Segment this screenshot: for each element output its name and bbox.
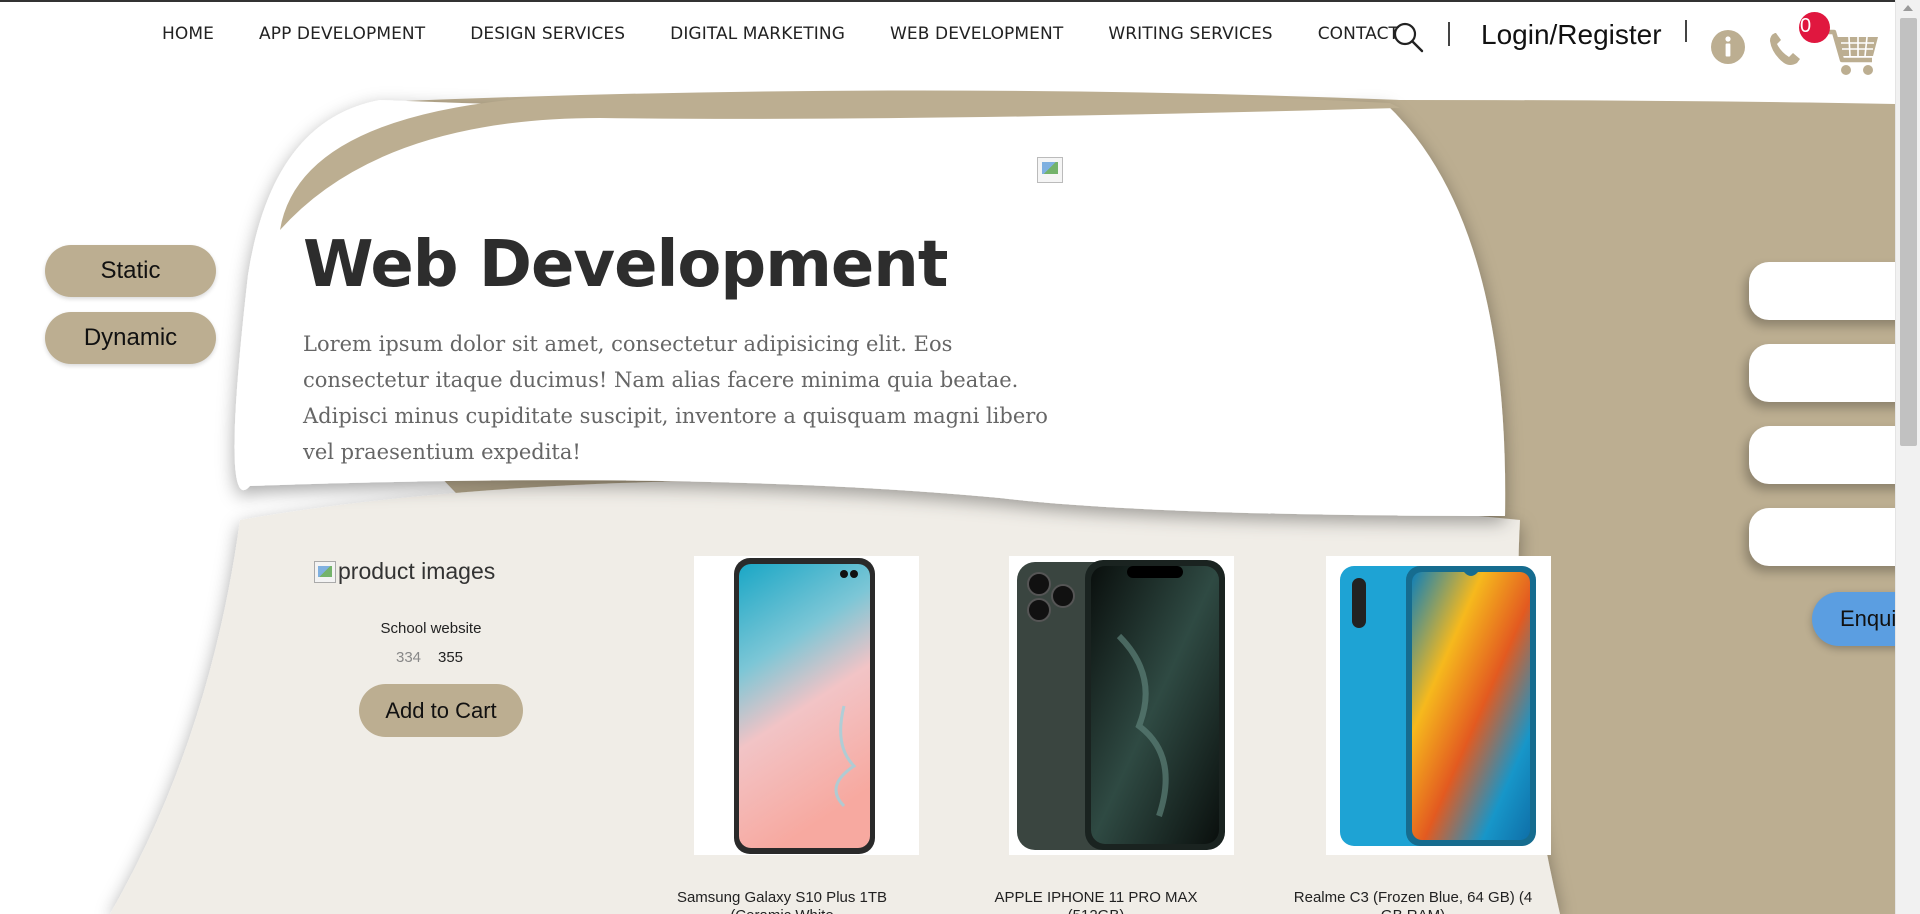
nav-app-development[interactable]: APP DEVELOPMENT <box>259 24 425 44</box>
nav-contact[interactable]: CONTACT <box>1318 24 1399 44</box>
product-name[interactable]: Realme C3 (Frozen Blue, 64 GB) (4 GB RAM… <box>1283 889 1543 914</box>
product-image-broken: product images <box>314 558 495 585</box>
product-name[interactable]: School website <box>300 620 562 637</box>
nav-home[interactable]: HOME <box>162 24 214 44</box>
phone-icon[interactable] <box>1766 30 1804 68</box>
product-card-iphone[interactable] <box>1009 556 1234 855</box>
product-price-old: 334 <box>396 649 422 666</box>
hero-broken-image <box>1037 157 1063 183</box>
filter-dynamic-button[interactable]: Dynamic <box>45 312 216 364</box>
product-price: 355 <box>438 649 464 666</box>
top-navigation: HOME APP DEVELOPMENT DESIGN SERVICES DIG… <box>0 0 1895 75</box>
nav-design-services[interactable]: DESIGN SERVICES <box>470 24 625 44</box>
page-scrollbar[interactable] <box>1895 0 1920 914</box>
scrollbar-thumb[interactable] <box>1900 18 1917 446</box>
nav-digital-marketing[interactable]: DIGITAL MARKETING <box>670 24 845 44</box>
nav-divider <box>1448 22 1450 46</box>
add-to-cart-button[interactable]: Add to Cart <box>359 684 523 737</box>
side-tab[interactable] <box>1749 262 1909 320</box>
scroll-up-arrow-icon[interactable] <box>1903 5 1913 11</box>
info-icon[interactable] <box>1711 30 1745 64</box>
samsung-phone-image <box>734 558 875 854</box>
hero-description: Lorem ipsum dolor sit amet, consectetur … <box>303 332 1048 464</box>
iphone-image <box>1017 560 1225 850</box>
product-name[interactable]: Samsung Galaxy S10 Plus 1TB (Ceramic Whi… <box>652 889 912 914</box>
broken-image-icon <box>314 560 336 583</box>
login-register-link[interactable]: Login/Register <box>1481 19 1662 51</box>
filter-static-button[interactable]: Static <box>45 245 216 297</box>
nav-writing-services[interactable]: WRITING SERVICES <box>1108 24 1272 44</box>
side-tab[interactable] <box>1749 508 1909 566</box>
hero-background <box>110 90 1895 914</box>
realme-phone-image <box>1340 566 1536 846</box>
search-icon[interactable] <box>1391 20 1425 54</box>
nav-web-development[interactable]: WEB DEVELOPMENT <box>890 24 1063 44</box>
side-tab[interactable] <box>1749 426 1909 484</box>
product-name[interactable]: APPLE IPHONE 11 PRO MAX (512GB) <box>966 889 1226 914</box>
nav-divider <box>1685 20 1687 42</box>
product-card-samsung[interactable] <box>694 556 919 855</box>
side-tab[interactable] <box>1749 344 1909 402</box>
nav-links: HOME APP DEVELOPMENT DESIGN SERVICES DIG… <box>162 24 1444 44</box>
product-card-realme[interactable] <box>1326 556 1551 855</box>
cart-icon[interactable] <box>1822 26 1880 78</box>
page-title: Web Development <box>303 228 948 302</box>
cart-count-badge: 0 <box>1799 12 1830 43</box>
product-image-alt: product images <box>338 558 496 584</box>
